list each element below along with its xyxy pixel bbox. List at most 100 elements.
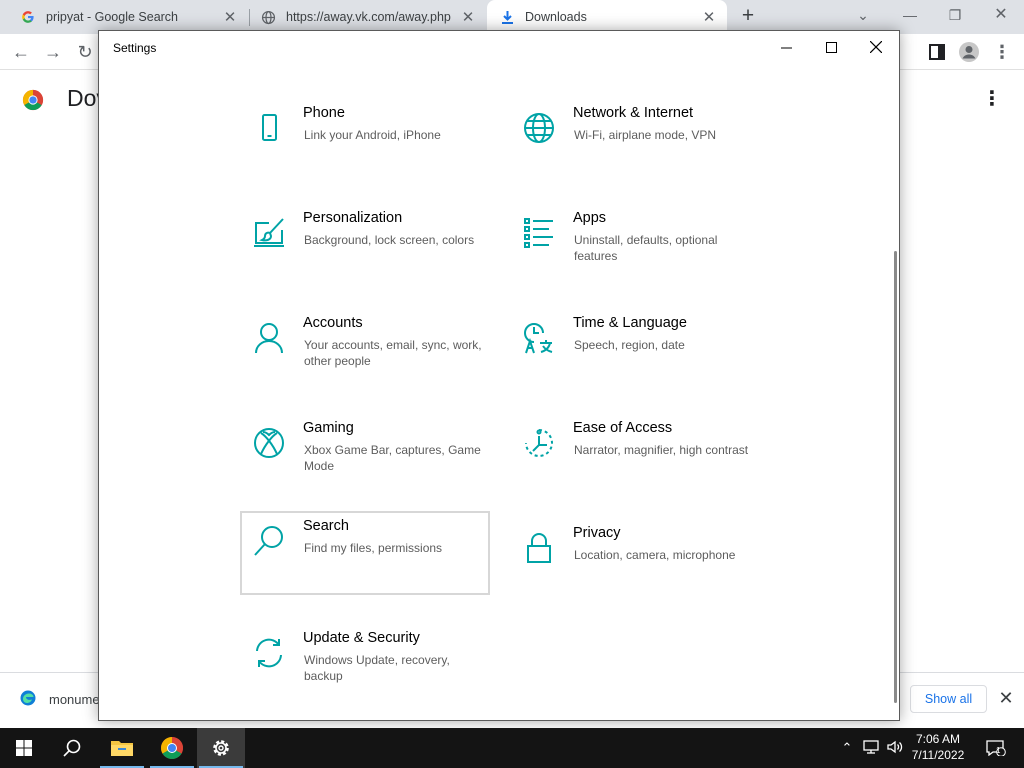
settings-category-time-language[interactable]: Time & Language Speech, region, date <box>510 308 760 392</box>
download-item-name[interactable]: monume <box>49 692 100 707</box>
network-icon[interactable] <box>862 740 880 756</box>
search-icon <box>253 525 285 557</box>
category-description: Wi-Fi, airplane mode, VPN <box>574 128 717 142</box>
category-name: Time & Language <box>573 315 687 331</box>
tab-title: https://away.vk.com/away.php <box>286 10 451 24</box>
settings-category-update-security[interactable]: Update & Security Windows Update, recove… <box>240 623 490 707</box>
category-description: Speech, region, date <box>574 338 685 352</box>
tab-close-icon[interactable]: ✕ <box>697 8 721 26</box>
settings-category-personalization[interactable]: Personalization Background, lock screen,… <box>240 203 490 287</box>
browser-tab-strip: pripyat - Google Search ✕ https://away.v… <box>0 0 1024 34</box>
category-name: Privacy <box>573 525 621 541</box>
person-icon <box>253 322 285 354</box>
globe-icon <box>523 112 555 144</box>
chrome-logo-icon <box>22 89 44 111</box>
show-all-button[interactable]: Show all <box>910 685 987 713</box>
profile-avatar-icon[interactable] <box>956 39 982 65</box>
system-clock[interactable]: 7:06 AM 7/11/2022 <box>900 731 976 763</box>
taskbar-settings[interactable] <box>197 728 245 768</box>
forward-arrow-icon[interactable]: → <box>40 39 66 65</box>
category-description: Your accounts, email, sync, work, other … <box>304 338 482 368</box>
tab-close-icon[interactable]: ✕ <box>456 8 480 26</box>
side-panel-icon[interactable] <box>924 39 950 65</box>
settings-category-accounts[interactable]: Accounts Your accounts, email, sync, wor… <box>240 308 490 392</box>
edge-file-icon <box>20 690 36 706</box>
chrome-icon <box>161 737 183 759</box>
maximize-icon <box>825 41 837 53</box>
sync-icon <box>253 637 285 669</box>
time-language-icon <box>523 322 555 354</box>
downloads-bar-close-icon[interactable]: ✕ <box>996 688 1016 708</box>
window-restore-icon[interactable]: ❐ <box>940 4 970 28</box>
tab-search-chevron-icon[interactable]: ⌄ <box>848 4 878 28</box>
category-name: Apps <box>573 210 607 226</box>
category-name: Update & Security <box>303 630 420 646</box>
paintbrush-icon <box>253 217 285 249</box>
category-name: Gaming <box>303 420 354 436</box>
taskbar-search-button[interactable] <box>48 728 96 768</box>
settings-category-phone[interactable]: Phone Link your Android, iPhone <box>240 98 490 182</box>
settings-scrollbar[interactable] <box>894 251 897 703</box>
globe-icon <box>260 9 276 25</box>
minimize-icon <box>780 47 792 48</box>
category-name: Network & Internet <box>573 105 694 121</box>
ease-of-access-icon <box>523 427 555 459</box>
category-description: Windows Update, recovery, backup <box>304 653 450 683</box>
taskbar: ⌃ 7:06 AM 7/11/2022 1 <box>0 728 1024 768</box>
tab-vk-away[interactable]: https://away.vk.com/away.php ✕ <box>250 0 486 34</box>
gear-icon <box>213 740 229 756</box>
chrome-menu-icon[interactable]: ⋮ <box>989 39 1015 65</box>
category-description: Uninstall, defaults, optional features <box>574 233 718 263</box>
tab-title: Downloads <box>525 10 587 24</box>
clock-date: 7/11/2022 <box>911 748 965 762</box>
settings-window: Settings Phone Link your Android, iPhone… <box>98 30 900 721</box>
new-tab-button[interactable]: + <box>735 4 761 30</box>
phone-icon <box>253 112 285 144</box>
show-hidden-icons-chevron-icon[interactable]: ⌃ <box>838 740 856 756</box>
category-name: Personalization <box>303 210 403 226</box>
start-button[interactable] <box>0 728 48 768</box>
settings-maximize-button[interactable] <box>808 31 854 63</box>
notification-count: 1 <box>996 746 1001 755</box>
settings-category-privacy[interactable]: Privacy Location, camera, microphone <box>510 518 760 602</box>
settings-category-network-internet[interactable]: Network & Internet Wi-Fi, airplane mode,… <box>510 98 760 182</box>
tab-google-search[interactable]: pripyat - Google Search ✕ <box>0 0 248 34</box>
settings-category-ease-of-access[interactable]: Ease of Access Narrator, magnifier, high… <box>510 413 760 497</box>
window-close-icon[interactable]: ✕ <box>986 4 1016 28</box>
category-description: Link your Android, iPhone <box>304 128 441 142</box>
settings-category-gaming[interactable]: Gaming Xbox Game Bar, captures, Game Mod… <box>240 413 490 497</box>
category-description: Find my files, permissions <box>304 541 443 555</box>
category-name: Ease of Access <box>573 420 673 436</box>
lock-icon <box>523 532 555 564</box>
settings-category-search[interactable]: Search Find my files, permissions <box>240 511 490 595</box>
back-arrow-icon[interactable]: ← <box>8 39 34 65</box>
tab-close-icon[interactable]: ✕ <box>218 8 242 26</box>
tab-downloads[interactable]: Downloads ✕ <box>487 0 727 34</box>
search-icon <box>63 739 81 757</box>
category-name: Accounts <box>303 315 363 331</box>
taskbar-chrome[interactable] <box>148 728 196 768</box>
category-description: Location, camera, microphone <box>574 548 736 562</box>
action-center-button[interactable]: 1 <box>984 740 1008 757</box>
category-description: Xbox Game Bar, captures, Game Mode <box>304 443 481 473</box>
category-description: Background, lock screen, colors <box>304 233 475 247</box>
settings-category-apps[interactable]: Apps Uninstall, defaults, optional featu… <box>510 203 760 287</box>
settings-minimize-button[interactable] <box>763 31 809 63</box>
google-icon <box>20 9 36 25</box>
tab-title: pripyat - Google Search <box>46 10 179 24</box>
close-icon <box>870 41 882 53</box>
folder-icon <box>111 741 133 756</box>
taskbar-file-explorer[interactable] <box>98 728 146 768</box>
xbox-icon <box>253 427 285 459</box>
download-icon <box>499 9 515 25</box>
clock-time: 7:06 AM <box>915 732 961 746</box>
apps-list-icon <box>523 217 555 249</box>
settings-close-button[interactable] <box>853 31 899 63</box>
windows-logo-icon <box>16 740 32 756</box>
window-minimize-icon[interactable]: — <box>895 4 925 28</box>
category-description: Narrator, magnifier, high contrast <box>574 443 749 457</box>
reload-icon[interactable]: ↻ <box>72 39 98 65</box>
window-title: Settings <box>113 41 157 55</box>
page-more-menu-icon[interactable]: ⋮ <box>982 88 1002 110</box>
category-name: Phone <box>303 105 345 121</box>
